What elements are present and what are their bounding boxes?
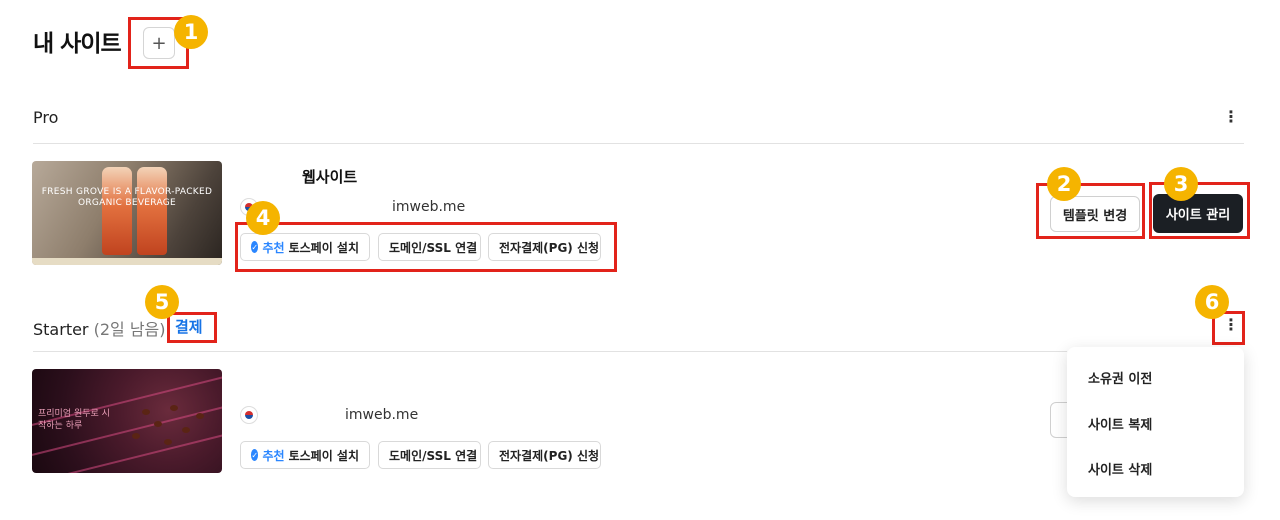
tosspay-label: 토스페이 설치	[288, 448, 359, 463]
korea-flag-icon	[240, 406, 258, 424]
transfer-ownership-item[interactable]: 소유권 이전	[1088, 368, 1152, 387]
section-label-starter: Starter (2일 남음)	[33, 316, 166, 340]
duplicate-site-item[interactable]: 사이트 복제	[1088, 414, 1152, 433]
step-badge-5: 5	[145, 285, 179, 319]
step-badge-4: 4	[246, 201, 280, 235]
bottle-image	[102, 167, 132, 255]
divider	[33, 351, 1067, 352]
coffee-bean	[142, 409, 150, 415]
coffee-bean	[182, 427, 190, 433]
check-badge-icon: ✓	[251, 449, 259, 461]
section-label-pro: Pro	[33, 108, 59, 127]
site-name: 웹사이트	[302, 168, 358, 186]
thumbnail-caption: 프리미엄 원두로 시작하는 하루	[38, 409, 110, 431]
coffee-bean	[170, 405, 178, 411]
site-thumbnail[interactable]: FRESH GROVE IS A FLAVOR-PACKED ORGANIC B…	[32, 161, 222, 265]
pg-apply-chip[interactable]: 전자결제(PG) 신청	[488, 441, 601, 469]
recommend-label: 추천	[262, 448, 285, 463]
domain-ssl-chip[interactable]: 도메인/SSL 연결	[378, 441, 481, 469]
page-title: 내 사이트	[33, 31, 122, 57]
more-vertical-icon[interactable]: ⋮	[1223, 109, 1239, 125]
site-domain[interactable]: imweb.me	[392, 199, 465, 215]
step-badge-2: 2	[1047, 167, 1081, 201]
coffee-bean	[132, 433, 140, 439]
divider	[33, 143, 1244, 144]
step-badge-1: 1	[174, 15, 208, 49]
thumbnail-caption: FRESH GROVE IS A FLAVOR-PACKED ORGANIC B…	[41, 187, 213, 208]
stripe	[32, 430, 222, 473]
step-badge-6: 6	[1195, 285, 1229, 319]
tosspay-install-chip[interactable]: ✓ 추천 토스페이 설치	[240, 441, 370, 469]
thumbnail-bar	[32, 258, 222, 265]
coffee-bean	[164, 439, 172, 445]
plan-name: Starter	[33, 320, 89, 339]
remaining-days: (2일 남음)	[93, 320, 166, 339]
highlight-box-3	[1149, 182, 1250, 239]
delete-site-item[interactable]: 사이트 삭제	[1088, 459, 1152, 478]
coffee-bean	[196, 413, 204, 419]
site-options-dropdown: 소유권 이전 사이트 복제 사이트 삭제	[1067, 347, 1244, 497]
bottle-image	[137, 167, 167, 255]
step-badge-3: 3	[1164, 167, 1198, 201]
site-thumbnail[interactable]: 프리미엄 원두로 시작하는 하루	[32, 369, 222, 473]
highlight-box-4	[235, 222, 617, 272]
site-domain[interactable]: imweb.me	[345, 407, 418, 423]
coffee-bean	[154, 421, 162, 427]
highlight-box-5	[167, 312, 217, 343]
